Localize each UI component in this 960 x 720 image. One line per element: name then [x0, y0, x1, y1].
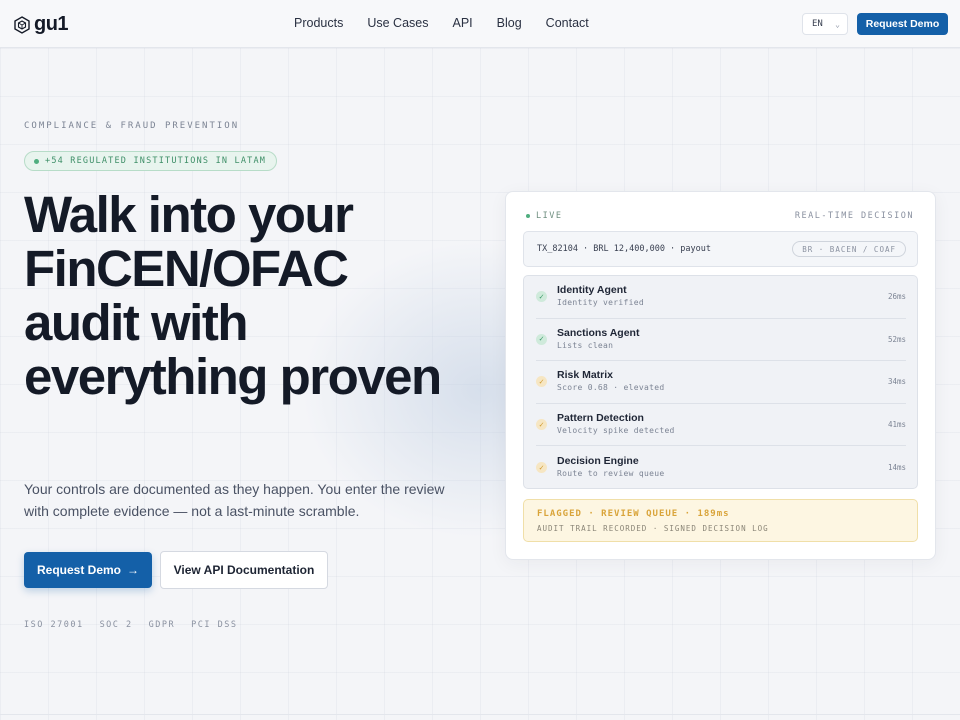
main-nav: Products Use Cases API Blog Contact: [294, 16, 589, 30]
check-icon: ✓: [536, 291, 547, 303]
section-divider: [0, 714, 960, 715]
warning-check-icon: ✓: [536, 419, 547, 431]
agent-latency: 26ms: [887, 292, 906, 302]
agent-name: Sanctions Agent: [557, 326, 640, 339]
transaction-row: TX_82104 · BRL 12,400,000 · payout BR · …: [523, 231, 918, 267]
top-navigation-bar: gu1 Products Use Cases API Blog Contact …: [0, 0, 960, 48]
request-demo-label: Request Demo: [36, 563, 122, 577]
agent-status: Identity verified: [557, 298, 644, 308]
agent-latency: 41ms: [887, 420, 906, 430]
nav-products[interactable]: Products: [294, 16, 343, 30]
decision-result-subtitle: AUDIT TRAIL RECORDED · SIGNED DECISION L…: [537, 524, 769, 533]
decision-mode-label: REAL-TIME DECISION: [794, 211, 914, 221]
decision-result-banner: FLAGGED · REVIEW QUEUE · 189ms AUDIT TRA…: [523, 499, 918, 542]
agent-status: Route to review queue: [557, 469, 665, 479]
live-dot-icon: [526, 214, 530, 218]
chevron-down-icon: ⌄: [835, 19, 840, 29]
hero-headline: Walk into your FinCEN/OFAC audit with ev…: [24, 186, 442, 405]
institutions-badge: +54 REGULATED INSTITUTIONS IN LATAM: [24, 151, 278, 171]
warning-check-icon: ✓: [536, 462, 547, 474]
agent-row: ✓ Sanctions Agent Lists clean 52ms: [536, 319, 906, 362]
cert-iso: ISO 27001: [24, 620, 84, 630]
arrow-right-icon: →: [127, 563, 140, 577]
agent-list: ✓ Identity Agent Identity verified 26ms …: [523, 275, 918, 489]
agent-status: Score 0.68 · elevated: [557, 383, 665, 393]
status-dot-icon: [34, 158, 39, 164]
agent-name: Decision Engine: [557, 455, 639, 468]
cert-gdpr: GDPR: [148, 620, 176, 630]
agent-latency: 52ms: [887, 334, 906, 344]
language-selector[interactable]: EN ⌄: [802, 13, 848, 35]
agent-row: ✓ Decision Engine Route to review queue …: [536, 446, 906, 489]
institutions-badge-text: +54 REGULATED INSTITUTIONS IN LATAM: [45, 156, 267, 166]
decision-card: LIVE REAL-TIME DECISION TX_82104 · BRL 1…: [505, 191, 936, 560]
agent-status: Lists clean: [557, 340, 614, 350]
hero-subtext: Your controls are documented as they hap…: [24, 481, 445, 519]
view-api-docs-button[interactable]: View API Documentation: [160, 551, 328, 589]
agent-latency: 14ms: [887, 463, 906, 473]
cert-soc2: SOC 2: [99, 620, 133, 630]
check-icon: ✓: [536, 333, 547, 345]
certifications-list: ISO 27001 SOC 2 GDPR PCI DSS: [24, 620, 237, 630]
agent-row: ✓ Pattern Detection Velocity spike detec…: [536, 404, 906, 447]
nav-api[interactable]: API: [452, 16, 472, 30]
request-demo-button[interactable]: Request Demo →: [24, 552, 152, 588]
agent-row: ✓ Risk Matrix Score 0.68 · elevated 34ms: [536, 361, 906, 404]
agent-name: Pattern Detection: [557, 412, 644, 425]
agent-name: Risk Matrix: [557, 369, 614, 382]
decision-result-title: FLAGGED · REVIEW QUEUE · 189ms: [537, 509, 730, 519]
warning-check-icon: ✓: [536, 376, 547, 388]
jurisdiction-tag: BR · BACEN / COAF: [792, 241, 906, 257]
transaction-text: TX_82104 · BRL 12,400,000 · payout: [537, 244, 711, 254]
agent-name: Identity Agent: [557, 284, 627, 297]
cert-pci: PCI DSS: [191, 620, 238, 630]
header-request-demo-button[interactable]: Request Demo: [857, 13, 948, 35]
nav-use-cases[interactable]: Use Cases: [367, 16, 428, 30]
agent-status: Velocity spike detected: [557, 426, 675, 436]
agent-row: ✓ Identity Agent Identity verified 26ms: [536, 276, 906, 319]
hero-eyebrow: COMPLIANCE & FRAUD PREVENTION: [24, 121, 240, 131]
nav-contact[interactable]: Contact: [546, 16, 589, 30]
logo[interactable]: gu1: [14, 13, 69, 36]
nav-blog[interactable]: Blog: [497, 16, 522, 30]
logo-text: gu1: [34, 13, 69, 35]
language-value: EN: [812, 19, 823, 29]
live-indicator: LIVE: [526, 211, 562, 221]
live-label: LIVE: [536, 211, 563, 221]
cube-icon: [14, 15, 30, 34]
agent-latency: 34ms: [887, 377, 906, 387]
